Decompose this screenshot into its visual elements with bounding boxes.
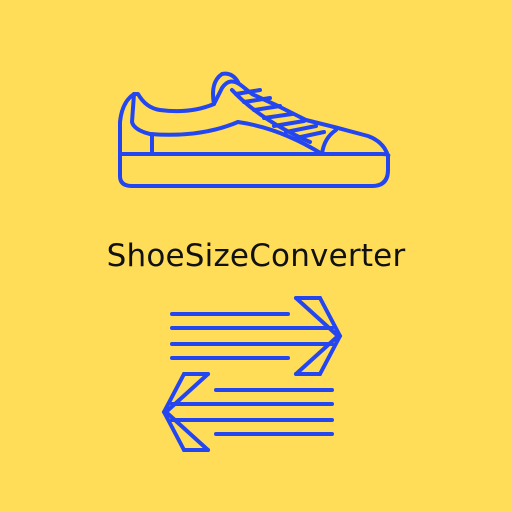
app-title: ShoeSizeConverter [106,238,406,274]
sneaker-icon [118,71,391,188]
swap-arrows-icon [162,296,342,452]
